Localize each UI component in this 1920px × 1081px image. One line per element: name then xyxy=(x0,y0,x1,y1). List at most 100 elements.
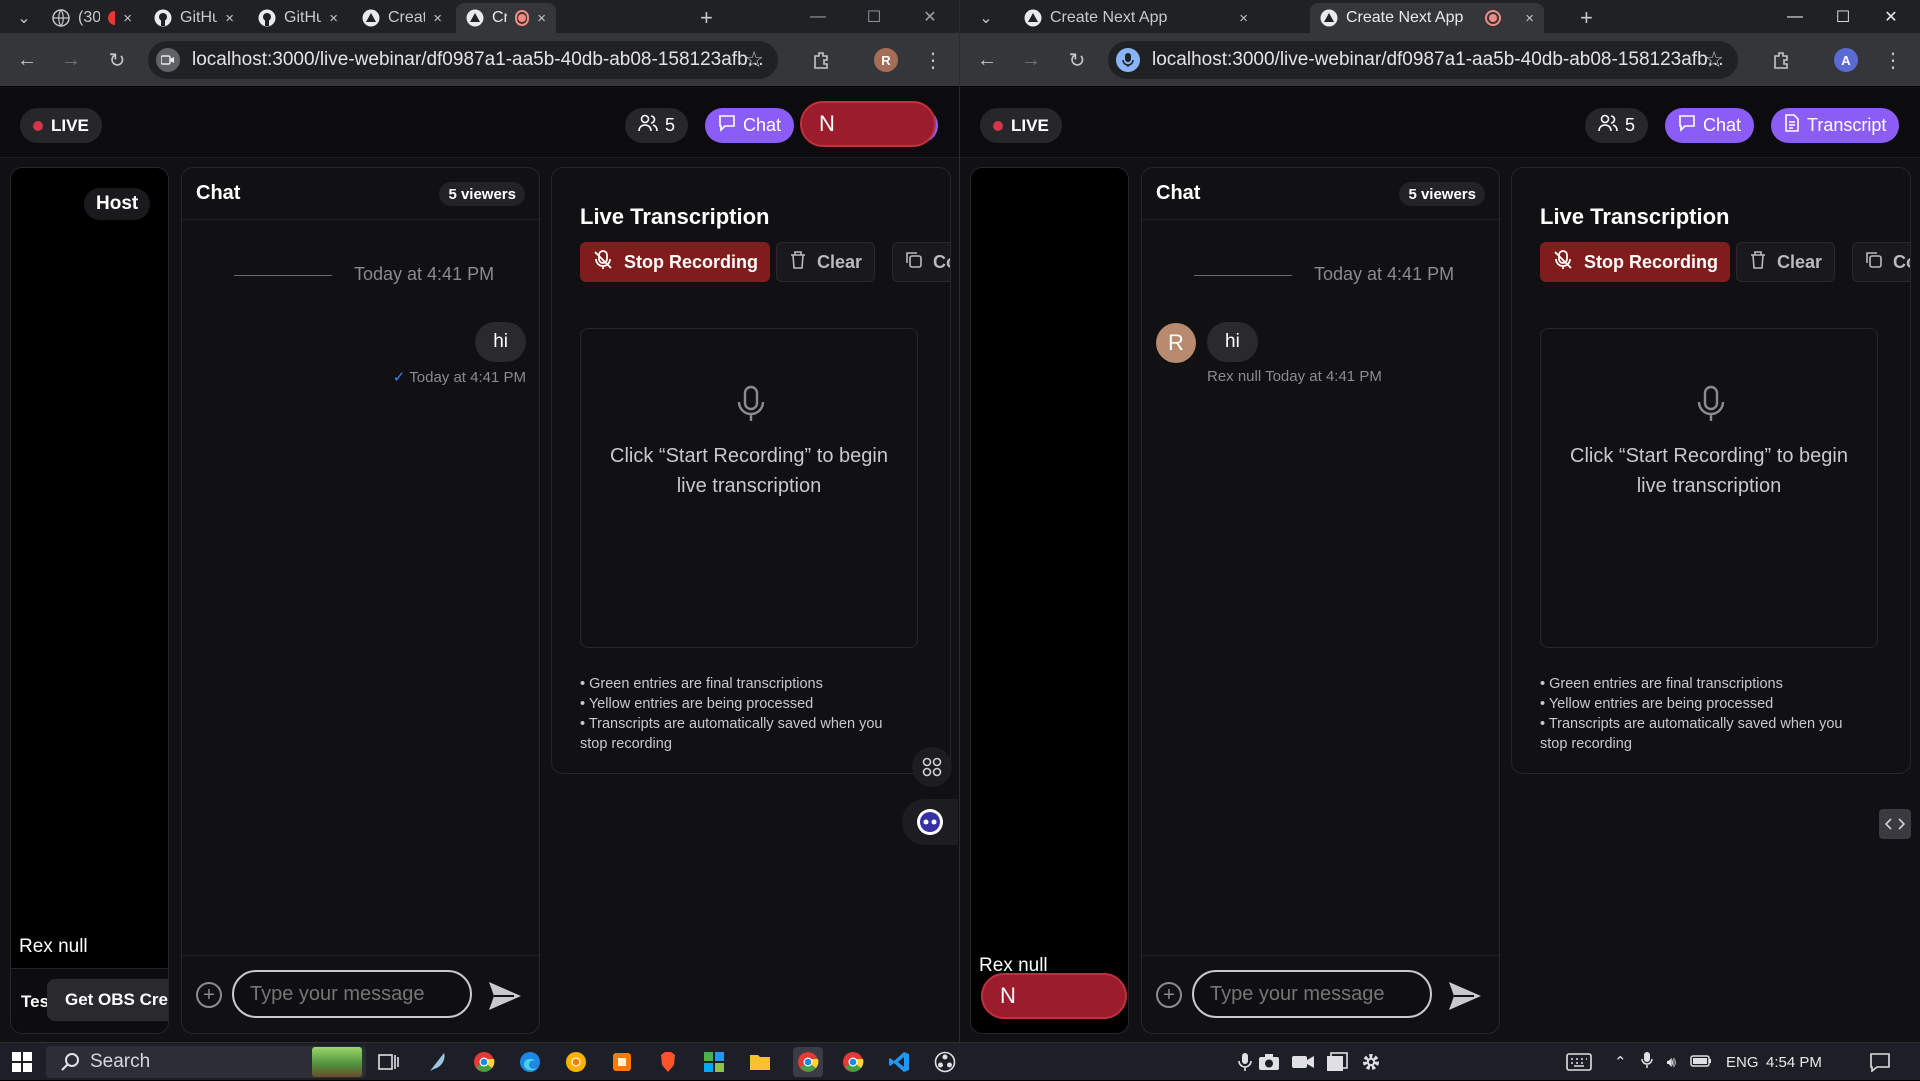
grid-app-icon[interactable] xyxy=(701,1049,727,1075)
viewers-button[interactable]: 5 xyxy=(1585,108,1649,143)
send-icon[interactable] xyxy=(1447,980,1483,1012)
kebab-menu-icon[interactable]: ⋮ xyxy=(918,45,948,75)
viewers-button[interactable]: 5 xyxy=(625,108,689,143)
devtools-toggle-icon[interactable] xyxy=(1879,809,1911,839)
new-tab-button[interactable]: + xyxy=(690,3,718,33)
chrome-active-icon[interactable] xyxy=(793,1047,823,1077)
close-tab-icon[interactable]: × xyxy=(329,10,338,27)
back-arrow-icon[interactable]: ← xyxy=(12,45,42,75)
close-tab-icon[interactable]: × xyxy=(1239,10,1248,27)
tab-label: Cr xyxy=(492,9,507,26)
clear-button[interactable]: Clear xyxy=(1736,242,1836,282)
tab-github-1[interactable]: GitHu × xyxy=(144,3,244,33)
file-explorer-icon[interactable] xyxy=(747,1049,773,1075)
close-window-icon[interactable]: ✕ xyxy=(1868,0,1914,33)
settings-gear-icon[interactable] xyxy=(1358,1049,1384,1075)
camera-permission-icon[interactable] xyxy=(156,48,180,72)
notifications-icon[interactable] xyxy=(1867,1049,1893,1075)
address-bar[interactable]: localhost:3000/live-webinar/df0987a1-aa5… xyxy=(1108,41,1738,79)
search-highlight-image xyxy=(312,1047,362,1077)
clear-button[interactable]: Clear xyxy=(776,242,876,282)
tab-next-app-active[interactable]: Cr × xyxy=(456,3,556,33)
tab-github-2[interactable]: GitHu × xyxy=(248,3,348,33)
close-tab-icon[interactable]: × xyxy=(433,10,442,27)
chrome-canary-icon[interactable] xyxy=(563,1049,589,1075)
tab-next-app-1[interactable]: Create Next App × xyxy=(1014,3,1258,33)
back-arrow-icon[interactable]: ← xyxy=(972,45,1002,75)
copy-button[interactable]: Co xyxy=(1852,242,1910,282)
minimize-icon[interactable]: — xyxy=(795,0,841,33)
vscode-icon[interactable] xyxy=(886,1049,912,1075)
taskbar-search-box[interactable]: Search xyxy=(46,1046,366,1078)
send-icon[interactable] xyxy=(487,980,523,1012)
screenshot-camera-icon[interactable] xyxy=(1256,1049,1282,1075)
tab-next-app-active[interactable]: Create Next App × xyxy=(1310,3,1544,33)
participant-overlay-badge[interactable]: N xyxy=(800,101,936,147)
forward-arrow-icon[interactable]: → xyxy=(1016,45,1046,75)
participant-name: Rex null xyxy=(19,936,88,957)
bookmark-star-icon[interactable]: ☆ xyxy=(744,47,764,73)
new-tab-button[interactable]: + xyxy=(1570,3,1598,33)
volume-icon[interactable]: 🔊︎ xyxy=(1667,1054,1676,1071)
message-input[interactable] xyxy=(232,970,472,1018)
profile-avatar[interactable]: R xyxy=(874,48,898,72)
extensions-icon[interactable] xyxy=(1766,45,1796,75)
chat-toggle-button[interactable]: Chat xyxy=(705,108,795,143)
close-tab-icon[interactable]: × xyxy=(537,10,546,27)
assistant-bot-icon[interactable] xyxy=(902,799,958,845)
orange-app-icon[interactable] xyxy=(609,1049,635,1075)
kebab-menu-icon[interactable]: ⋮ xyxy=(1878,45,1908,75)
message-input[interactable] xyxy=(1192,970,1432,1018)
files-icon[interactable] xyxy=(1324,1049,1350,1075)
tab-search-button[interactable]: ⌄ xyxy=(970,3,1002,33)
tab-search-button[interactable]: ⌄ xyxy=(8,3,40,33)
extensions-icon[interactable] xyxy=(806,45,836,75)
close-tab-icon[interactable]: × xyxy=(123,10,132,27)
forward-arrow-icon[interactable]: → xyxy=(56,45,86,75)
chevron-up-icon[interactable]: ⌃ xyxy=(1614,1053,1627,1071)
shortcut-command-icon[interactable] xyxy=(912,747,952,787)
copy-button[interactable]: Co xyxy=(892,242,950,282)
tab-youtube[interactable]: (30) × xyxy=(42,3,142,33)
stop-recording-button[interactable]: Stop Recording xyxy=(580,242,770,282)
participant-overlay-badge[interactable]: N xyxy=(981,973,1127,1019)
close-tab-icon[interactable]: × xyxy=(1525,10,1534,27)
note-item: • Transcripts are automatically saved wh… xyxy=(1540,716,1843,752)
microphone-icon[interactable] xyxy=(1640,1051,1653,1073)
minimize-icon[interactable]: — xyxy=(1772,0,1818,33)
video-recorder-icon[interactable] xyxy=(1290,1049,1316,1075)
maximize-icon[interactable]: ☐ xyxy=(1820,0,1866,33)
transcript-toggle-button[interactable]: Transcript xyxy=(1771,108,1900,143)
close-window-icon[interactable]: ✕ xyxy=(907,0,953,33)
address-bar[interactable]: localhost:3000/live-webinar/df0987a1-aa5… xyxy=(148,41,778,79)
microphone-permission-icon[interactable] xyxy=(1116,48,1140,72)
clock[interactable]: 4:54 PM xyxy=(1766,1043,1822,1081)
bookmark-star-icon[interactable]: ☆ xyxy=(1704,47,1724,73)
profile-avatar[interactable]: A xyxy=(1834,48,1858,72)
chat-toggle-button[interactable]: Chat xyxy=(1665,108,1755,143)
add-attachment-icon[interactable]: + xyxy=(1156,982,1182,1008)
chrome-profile-icon[interactable] xyxy=(840,1049,866,1075)
obs-icon[interactable] xyxy=(932,1049,958,1075)
feather-app-icon[interactable] xyxy=(424,1049,450,1075)
reload-icon[interactable]: ↻ xyxy=(1062,45,1092,75)
chrome-icon[interactable] xyxy=(471,1049,497,1075)
mic-in-use-icon[interactable] xyxy=(1232,1049,1258,1075)
viewer-count: 5 xyxy=(665,115,676,135)
maximize-icon[interactable]: ☐ xyxy=(851,0,897,33)
battery-icon[interactable] xyxy=(1690,1054,1712,1071)
windows-start-icon[interactable] xyxy=(9,1049,35,1075)
keyboard-icon[interactable] xyxy=(1566,1049,1592,1075)
edge-icon[interactable] xyxy=(517,1049,543,1075)
add-attachment-icon[interactable]: + xyxy=(196,982,222,1008)
language-indicator[interactable]: ENG xyxy=(1726,1054,1759,1071)
audio-icon xyxy=(107,11,116,25)
stop-recording-button[interactable]: Stop Recording xyxy=(1540,242,1730,282)
note-item: • Yellow entries are being processed xyxy=(1540,696,1774,712)
tab-next-app-1[interactable]: Creat × xyxy=(352,3,452,33)
task-view-icon[interactable] xyxy=(376,1049,402,1075)
close-tab-icon[interactable]: × xyxy=(225,10,234,27)
get-obs-credentials-button[interactable]: Get OBS Cred xyxy=(47,979,168,1021)
reload-icon[interactable]: ↻ xyxy=(102,45,132,75)
brave-icon[interactable] xyxy=(655,1049,681,1075)
